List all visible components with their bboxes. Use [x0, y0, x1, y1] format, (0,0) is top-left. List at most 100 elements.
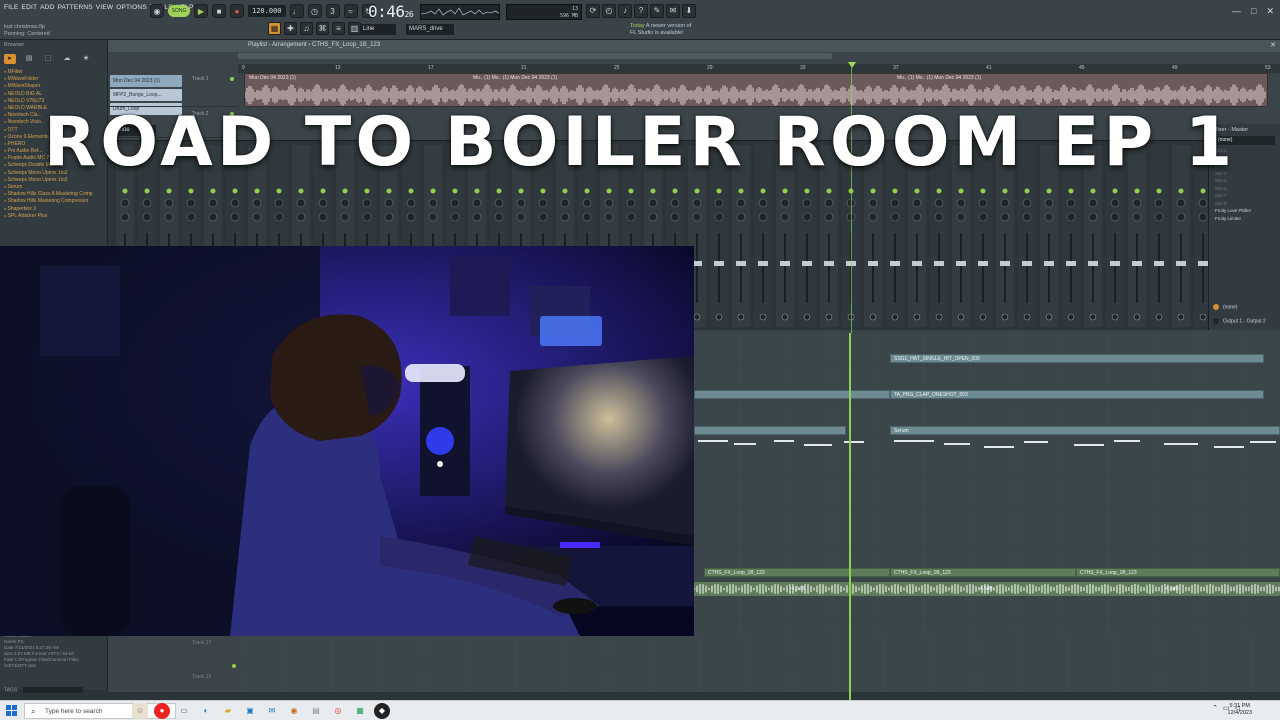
- stereo-knob[interactable]: [164, 212, 174, 222]
- pan-knob[interactable]: [1066, 198, 1076, 208]
- playlist-clip[interactable]: [694, 426, 846, 435]
- tray-overflow-icon[interactable]: ⌃: [1212, 704, 1218, 712]
- effect-slot[interactable]: Fruity Love Philter: [1209, 207, 1280, 215]
- fader-handle[interactable]: [1088, 261, 1098, 266]
- playlist-clip[interactable]: Serum: [890, 426, 1280, 435]
- stereo-knob[interactable]: [230, 212, 240, 222]
- channel-led[interactable]: [716, 188, 722, 194]
- route-knob[interactable]: [1111, 313, 1119, 321]
- pan-knob[interactable]: [934, 198, 944, 208]
- route-knob[interactable]: [1089, 313, 1097, 321]
- route-knob[interactable]: [715, 313, 723, 321]
- channel-led[interactable]: [870, 188, 876, 194]
- stereo-knob[interactable]: [780, 212, 790, 222]
- route-knob[interactable]: [1001, 313, 1009, 321]
- pan-knob[interactable]: [230, 198, 240, 208]
- channel-led[interactable]: [914, 188, 920, 194]
- channel-led[interactable]: [958, 188, 964, 194]
- pan-knob[interactable]: [208, 198, 218, 208]
- help-icon[interactable]: ?: [634, 4, 648, 18]
- browser-item[interactable]: MWaveShaper: [4, 82, 103, 89]
- channel-led[interactable]: [782, 188, 788, 194]
- file-explorer-icon[interactable]: ▰: [220, 703, 236, 719]
- pan-knob[interactable]: [1110, 198, 1120, 208]
- stereo-knob[interactable]: [1022, 212, 1032, 222]
- route-knob[interactable]: [1155, 313, 1163, 321]
- channel-led[interactable]: [320, 188, 326, 194]
- stereo-knob[interactable]: [670, 212, 680, 222]
- stereo-knob[interactable]: [340, 212, 350, 222]
- channel-led[interactable]: [122, 188, 128, 194]
- stereo-knob[interactable]: [384, 212, 394, 222]
- stereo-knob[interactable]: [538, 212, 548, 222]
- channel-led[interactable]: [298, 188, 304, 194]
- channel-led[interactable]: [804, 188, 810, 194]
- pan-knob[interactable]: [340, 198, 350, 208]
- pan-knob[interactable]: [582, 198, 592, 208]
- browser-item[interactable]: MWaveFolder: [4, 75, 103, 82]
- clock-icon[interactable]: ◴: [602, 4, 616, 18]
- track-header[interactable]: Track 18: [108, 670, 238, 698]
- refresh-icon[interactable]: ⟳: [586, 4, 600, 18]
- channel-led[interactable]: [980, 188, 986, 194]
- route-knob[interactable]: [1045, 313, 1053, 321]
- stereo-knob[interactable]: [1198, 212, 1208, 222]
- stop-button[interactable]: ■: [212, 4, 226, 18]
- channel-led[interactable]: [254, 188, 260, 194]
- cloud-tab-icon[interactable]: ☁: [61, 54, 73, 64]
- track-header[interactable]: Track 17: [108, 636, 238, 668]
- pan-knob[interactable]: [648, 198, 658, 208]
- pan-knob[interactable]: [824, 198, 834, 208]
- stereo-knob[interactable]: [362, 212, 372, 222]
- close-icon[interactable]: ✕: [1266, 6, 1274, 17]
- pan-knob[interactable]: [164, 198, 174, 208]
- pan-knob[interactable]: [1088, 198, 1098, 208]
- fader-handle[interactable]: [890, 261, 900, 266]
- effect-slot[interactable]: Slot 8: [1209, 200, 1280, 208]
- record-app-icon[interactable]: ●: [154, 703, 170, 719]
- app-icon[interactable]: ◆: [374, 703, 390, 719]
- stereo-knob[interactable]: [956, 212, 966, 222]
- pan-knob[interactable]: [912, 198, 922, 208]
- fader-handle[interactable]: [1000, 261, 1010, 266]
- browser-item[interactable]: Shadow Hills Class A Mastering Comp: [4, 190, 103, 197]
- channel-led[interactable]: [540, 188, 546, 194]
- channel-led[interactable]: [1156, 188, 1162, 194]
- pan-knob[interactable]: [956, 198, 966, 208]
- stereo-knob[interactable]: [1176, 212, 1186, 222]
- edit-icon[interactable]: ✎: [650, 4, 664, 18]
- starred-tab-icon[interactable]: ★: [80, 54, 92, 64]
- channel-led[interactable]: [144, 188, 150, 194]
- playlist-clip[interactable]: SSG1_HAT_SINGLE_HIT_OPEN_009: [890, 354, 1264, 363]
- channel-led[interactable]: [276, 188, 282, 194]
- fader-handle[interactable]: [1110, 261, 1120, 266]
- route-knob[interactable]: [1177, 313, 1185, 321]
- pan-knob[interactable]: [1154, 198, 1164, 208]
- pan-knob[interactable]: [714, 198, 724, 208]
- output-select[interactable]: Output 1 - Output 2: [1213, 318, 1266, 324]
- stereo-knob[interactable]: [296, 212, 306, 222]
- stereo-knob[interactable]: [208, 212, 218, 222]
- pan-knob[interactable]: [494, 198, 504, 208]
- channel-led[interactable]: [1046, 188, 1052, 194]
- stereo-knob[interactable]: [494, 212, 504, 222]
- app-icon[interactable]: ▦: [352, 703, 368, 719]
- route-knob[interactable]: [1199, 313, 1207, 321]
- playlist-clip[interactable]: CTHS_FX_Loop_1B_123: [1076, 568, 1280, 577]
- pan-knob[interactable]: [560, 198, 570, 208]
- route-knob[interactable]: [913, 313, 921, 321]
- channel-led[interactable]: [408, 188, 414, 194]
- stereo-knob[interactable]: [318, 212, 328, 222]
- pan-knob[interactable]: [538, 198, 548, 208]
- pan-knob[interactable]: [868, 198, 878, 208]
- pan-knob[interactable]: [670, 198, 680, 208]
- pan-knob[interactable]: [604, 198, 614, 208]
- route-knob[interactable]: [935, 313, 943, 321]
- channel-led[interactable]: [650, 188, 656, 194]
- route-knob[interactable]: [693, 313, 701, 321]
- menu-edit[interactable]: EDIT: [22, 4, 38, 11]
- playlist-clip[interactable]: [694, 390, 890, 399]
- channel-led[interactable]: [936, 188, 942, 194]
- channel-led[interactable]: [1002, 188, 1008, 194]
- pan-knob[interactable]: [252, 198, 262, 208]
